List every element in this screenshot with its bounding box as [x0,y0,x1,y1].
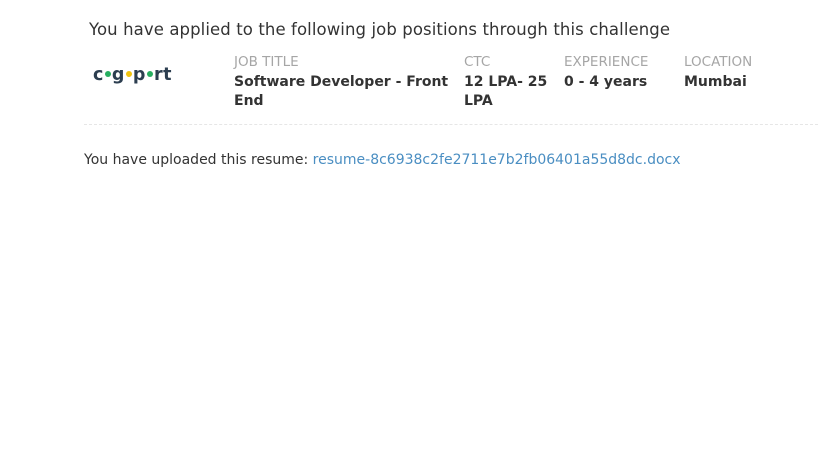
job-title-value: Software Developer - Front End [234,74,449,109]
ctc-label: CTC [464,54,491,70]
applied-jobs-page: You have applied to the following job po… [0,0,818,460]
job-row: c g p rt JOB TITLE Software Developer - Fro… [84,52,818,125]
logo-dot-yellow [125,71,132,77]
location-value: Mumbai [684,74,747,90]
job-title-label: JOB TITLE [234,54,299,70]
resume-prefix: You have uploaded this resume: [84,152,313,168]
location-label: LOCATION [684,54,753,70]
location-column: LOCATION Mumbai [684,54,794,92]
experience-column: EXPERIENCE 0 - 4 years [564,54,674,92]
resume-info: You have uploaded this resume: resume-8c… [84,152,681,168]
logo-dot-green [104,71,111,77]
experience-value: 0 - 4 years [564,74,648,90]
company-logo: c g p rt [93,65,172,85]
resume-file-link[interactable]: resume-8c6938c2fe2711e7b2fb06401a55d8dc.… [313,152,681,168]
experience-label: EXPERIENCE [564,54,649,70]
logo-dot-green-2 [146,71,153,77]
ctc-column: CTC 12 LPA- 25 LPA [464,54,554,111]
page-heading: You have applied to the following job po… [89,20,671,39]
ctc-value: 12 LPA- 25 LPA [464,74,548,109]
job-title-column: JOB TITLE Software Developer - Front End [234,54,459,111]
